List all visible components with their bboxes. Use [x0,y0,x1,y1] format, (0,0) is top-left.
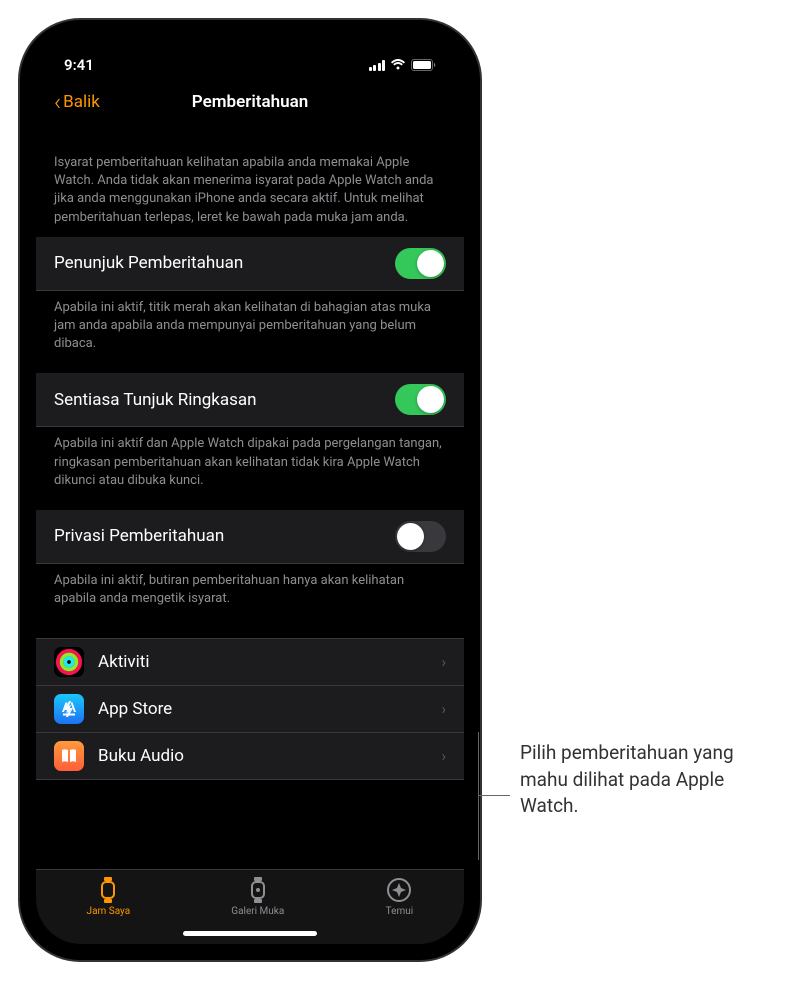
app-label: Aktiviti [98,652,427,672]
tab-label: Galeri Muka [231,906,284,917]
watch-icon [94,876,122,904]
discover-icon [385,876,413,904]
always-show-summary-row: Sentiasa Tunjuk Ringkasan [36,373,464,427]
back-button[interactable]: ‹ Balik [54,88,100,116]
status-time: 9:41 [64,56,94,74]
app-label: App Store [98,699,427,719]
notification-indicator-row: Penunjuk Pemberitahuan [36,237,464,291]
setting-label: Sentiasa Tunjuk Ringkasan [54,390,257,410]
toggle-thumb [397,523,424,550]
app-label: Buku Audio [98,746,427,766]
app-row-appstore[interactable]: App Store › [36,686,464,733]
status-icons [369,59,437,71]
callout: Pilih pemberitahuan yang mahu dilihat pa… [520,740,780,820]
phone-frame: 9:41 ‹ Balik Pemberitahuan [20,20,480,960]
toggle-thumb [417,386,444,413]
setting-footer: Apabila ini aktif, butiran pemberitahuan… [36,564,464,628]
setting-footer: Apabila ini aktif dan Apple Watch dipaka… [36,427,464,510]
setting-label: Privasi Pemberitahuan [54,526,224,546]
toggle-thumb [417,250,444,277]
chevron-right-icon: › [441,653,446,671]
chevron-right-icon: › [441,747,446,765]
app-row-audiobooks[interactable]: Buku Audio › [36,733,464,780]
app-list: Aktiviti › App Store › [36,638,464,780]
notification-privacy-toggle[interactable] [395,521,446,552]
callout-text: Pilih pemberitahuan yang mahu dilihat pa… [520,740,780,820]
chevron-left-icon: ‹ [54,88,61,116]
phone-screen: 9:41 ‹ Balik Pemberitahuan [36,36,464,944]
battery-icon [411,59,436,71]
always-show-summary-toggle[interactable] [395,384,446,415]
callout-line-horizontal [478,795,510,796]
face-gallery-icon [244,876,272,904]
notification-indicator-toggle[interactable] [395,248,446,279]
cellular-signal-icon [369,60,386,71]
tab-discover[interactable]: Temui [375,876,423,944]
activity-icon [54,647,84,677]
chevron-right-icon: › [441,700,446,718]
home-indicator[interactable] [183,931,317,936]
wifi-icon [390,59,406,71]
notification-privacy-row: Privasi Pemberitahuan [36,510,464,564]
setting-label: Penunjuk Pemberitahuan [54,253,243,273]
setting-footer: Apabila ini aktif, titik merah akan keli… [36,291,464,374]
appstore-icon [54,694,84,724]
tab-label: Jam Saya [87,906,131,917]
tab-label: Temui [386,906,414,917]
content-scroll[interactable]: Isyarat pemberitahuan kelihatan apabila … [36,124,464,869]
notch [150,36,350,66]
tab-my-watch[interactable]: Jam Saya [77,876,141,944]
callout-line [478,732,479,860]
app-row-activity[interactable]: Aktiviti › [36,638,464,686]
page-title: Pemberitahuan [192,92,308,112]
intro-text: Isyarat pemberitahuan kelihatan apabila … [36,154,464,237]
navigation-bar: ‹ Balik Pemberitahuan [36,80,464,124]
back-label: Balik [63,92,100,112]
audiobooks-icon [54,741,84,771]
